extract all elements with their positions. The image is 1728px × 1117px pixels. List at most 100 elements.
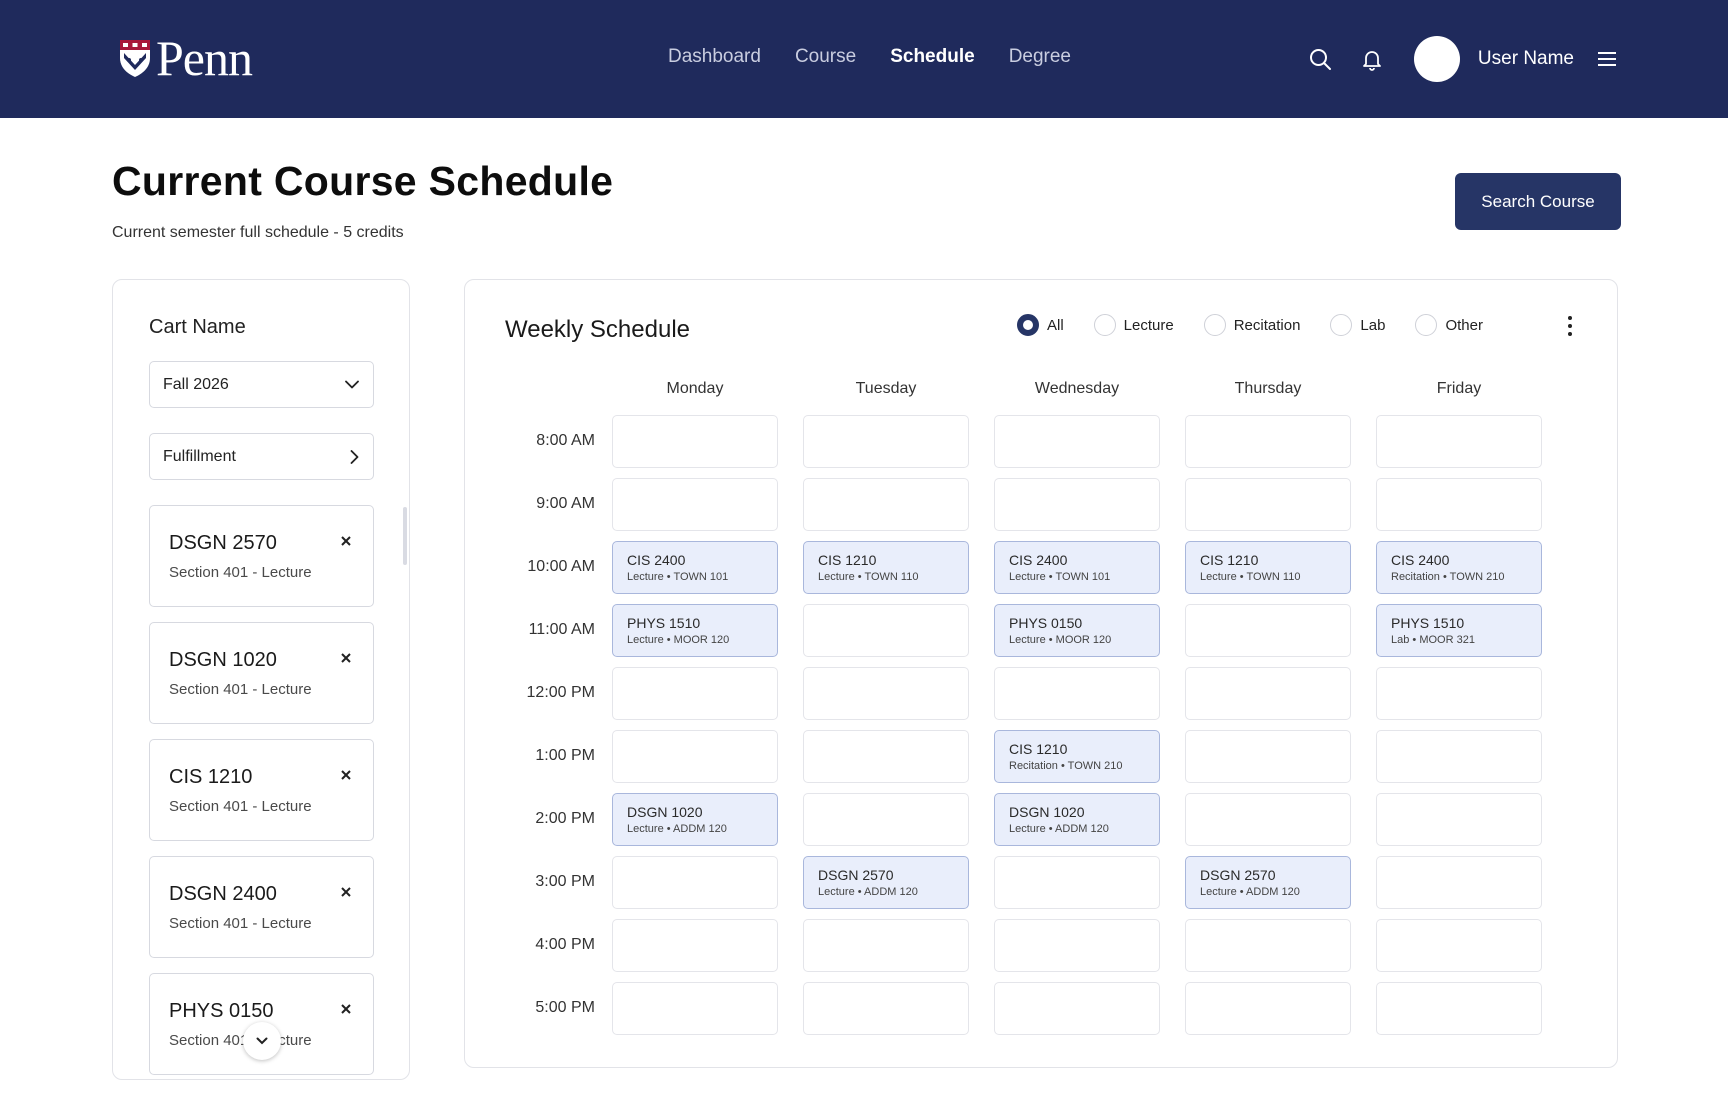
radio-button[interactable] <box>1203 314 1226 336</box>
cart-item[interactable]: DSGN 2570 Section 401 - Lecture <box>149 505 374 607</box>
top-navigation-bar: Penn Dashboard Course Schedule Degree Us… <box>0 0 1728 118</box>
schedule-event[interactable]: DSGN 1020 Lecture • ADDM 120 <box>612 793 778 846</box>
empty-time-slot[interactable] <box>803 982 969 1035</box>
empty-time-slot[interactable] <box>1185 667 1351 720</box>
empty-time-slot[interactable] <box>994 415 1160 468</box>
empty-time-slot[interactable] <box>1185 793 1351 846</box>
nav-schedule[interactable]: Schedule <box>890 46 974 68</box>
close-icon[interactable] <box>339 885 353 899</box>
main-nav: Dashboard Course Schedule Degree <box>668 46 1071 68</box>
empty-time-slot[interactable] <box>994 982 1160 1035</box>
close-icon[interactable] <box>339 1002 353 1016</box>
empty-time-slot[interactable] <box>803 604 969 657</box>
empty-time-slot[interactable] <box>1185 982 1351 1035</box>
empty-time-slot[interactable] <box>1185 478 1351 531</box>
empty-time-slot[interactable] <box>1185 730 1351 783</box>
close-icon[interactable] <box>339 768 353 782</box>
nav-dashboard[interactable]: Dashboard <box>668 46 761 68</box>
event-code: PHYS 1510 <box>627 615 701 631</box>
empty-time-slot[interactable] <box>1376 667 1542 720</box>
event-details: Lecture • MOOR 120 <box>627 634 730 646</box>
radio-button[interactable] <box>1330 314 1353 336</box>
schedule-event[interactable]: CIS 2400 Lecture • TOWN 101 <box>612 541 778 594</box>
cart-item-code: DSGN 1020 <box>169 649 277 671</box>
empty-time-slot[interactable] <box>1376 730 1542 783</box>
empty-time-slot[interactable] <box>994 919 1160 972</box>
chevron-down-icon <box>345 380 359 389</box>
time-label: 1:00 PM <box>535 747 595 764</box>
empty-time-slot[interactable] <box>612 982 778 1035</box>
empty-time-slot[interactable] <box>994 667 1160 720</box>
empty-time-slot[interactable] <box>1376 982 1542 1035</box>
schedule-event[interactable]: CIS 1210 Lecture • TOWN 110 <box>1185 541 1351 594</box>
empty-time-slot[interactable] <box>1376 793 1542 846</box>
cart-scrollbar[interactable] <box>403 507 407 565</box>
empty-time-slot[interactable] <box>1376 415 1542 468</box>
cart-item[interactable]: DSGN 1020 Section 401 - Lecture <box>149 622 374 724</box>
filter-other[interactable]: Other <box>1415 314 1483 336</box>
event-code: CIS 1210 <box>818 552 877 568</box>
empty-time-slot[interactable] <box>612 856 778 909</box>
empty-time-slot[interactable] <box>612 478 778 531</box>
nav-degree[interactable]: Degree <box>1009 46 1071 68</box>
filter-lab[interactable]: Lab <box>1330 314 1385 336</box>
close-icon[interactable] <box>339 534 353 548</box>
empty-time-slot[interactable] <box>803 478 969 531</box>
empty-time-slot[interactable] <box>1185 415 1351 468</box>
user-name[interactable]: User Name <box>1478 48 1574 70</box>
empty-time-slot[interactable] <box>994 856 1160 909</box>
filter-recitation[interactable]: Recitation <box>1203 314 1300 336</box>
close-icon[interactable] <box>339 651 353 665</box>
empty-time-slot[interactable] <box>803 919 969 972</box>
time-label: 9:00 AM <box>536 495 595 512</box>
cart-item-section: Section 401 - Lecture <box>169 1032 312 1049</box>
filter-lecture[interactable]: Lecture <box>1093 314 1174 336</box>
search-course-button[interactable]: Search Course <box>1455 173 1621 230</box>
more-vertical-icon[interactable] <box>1561 314 1579 338</box>
empty-time-slot[interactable] <box>803 415 969 468</box>
term-select[interactable]: Fall 2026 <box>149 361 374 408</box>
hamburger-menu-icon[interactable] <box>1596 45 1618 73</box>
schedule-event[interactable]: DSGN 2570 Lecture • ADDM 120 <box>803 856 969 909</box>
scroll-down-button[interactable] <box>243 1022 281 1060</box>
schedule-event[interactable]: PHYS 0150 Lecture • MOOR 120 <box>994 604 1160 657</box>
bell-icon[interactable] <box>1358 45 1386 73</box>
avatar[interactable] <box>1413 36 1460 82</box>
day-header: Wednesday <box>1034 380 1120 397</box>
empty-time-slot[interactable] <box>1185 919 1351 972</box>
empty-time-slot[interactable] <box>1185 604 1351 657</box>
schedule-event[interactable]: DSGN 2570 Lecture • ADDM 120 <box>1185 856 1351 909</box>
fulfillment-link[interactable]: Fulfillment <box>149 433 374 480</box>
filter-all[interactable]: All <box>1017 314 1064 336</box>
radio-button[interactable] <box>1415 314 1438 336</box>
empty-time-slot[interactable] <box>803 730 969 783</box>
schedule-event[interactable]: CIS 1210 Recitation • TOWN 210 <box>994 730 1160 783</box>
empty-time-slot[interactable] <box>1376 856 1542 909</box>
schedule-event[interactable]: PHYS 1510 Lecture • MOOR 120 <box>612 604 778 657</box>
cart-item-section: Section 401 - Lecture <box>169 681 312 698</box>
radio-button[interactable] <box>1093 314 1116 336</box>
empty-time-slot[interactable] <box>994 478 1160 531</box>
empty-time-slot[interactable] <box>803 793 969 846</box>
event-details: Lecture • TOWN 101 <box>627 571 729 583</box>
schedule-event[interactable]: PHYS 1510 Lab • MOOR 321 <box>1376 604 1542 657</box>
empty-time-slot[interactable] <box>803 667 969 720</box>
event-code: PHYS 0150 <box>1009 615 1083 631</box>
penn-logo[interactable]: Penn <box>118 33 253 83</box>
schedule-event[interactable]: CIS 2400 Lecture • TOWN 101 <box>994 541 1160 594</box>
empty-time-slot[interactable] <box>612 730 778 783</box>
empty-time-slot[interactable] <box>1376 919 1542 972</box>
cart-item[interactable]: CIS 1210 Section 401 - Lecture <box>149 739 374 841</box>
search-icon[interactable] <box>1306 45 1334 73</box>
empty-time-slot[interactable] <box>1376 478 1542 531</box>
schedule-event[interactable]: CIS 2400 Recitation • TOWN 210 <box>1376 541 1542 594</box>
schedule-event[interactable]: CIS 1210 Lecture • TOWN 110 <box>803 541 969 594</box>
empty-time-slot[interactable] <box>612 415 778 468</box>
radio-button[interactable] <box>1017 314 1039 336</box>
cart-item-section: Section 401 - Lecture <box>169 915 312 932</box>
empty-time-slot[interactable] <box>612 667 778 720</box>
cart-item[interactable]: DSGN 2400 Section 401 - Lecture <box>149 856 374 958</box>
schedule-event[interactable]: DSGN 1020 Lecture • ADDM 120 <box>994 793 1160 846</box>
empty-time-slot[interactable] <box>612 919 778 972</box>
nav-course[interactable]: Course <box>795 46 856 68</box>
